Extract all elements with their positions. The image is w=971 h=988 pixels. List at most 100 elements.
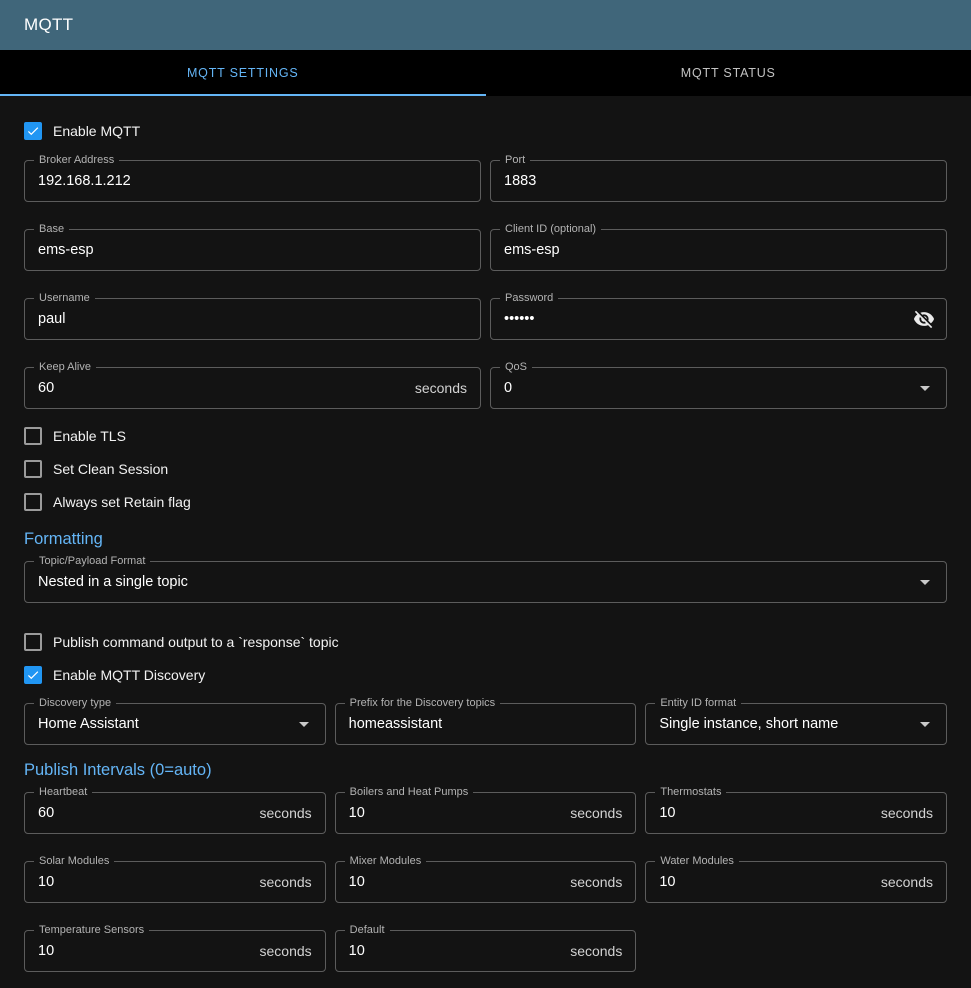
field-label: Username xyxy=(34,292,95,304)
thermostats-interval-input[interactable] xyxy=(659,805,873,821)
check-icon xyxy=(26,667,40,683)
field-label: QoS xyxy=(500,361,532,373)
field-label: Base xyxy=(34,223,69,235)
topic-format-select[interactable]: Topic/Payload Format Nested in a single … xyxy=(24,561,947,603)
discovery-prefix-field[interactable]: Prefix for the Discovery topics xyxy=(335,703,637,745)
seconds-adornment: seconds xyxy=(260,943,312,959)
heartbeat-field[interactable]: Heartbeat seconds xyxy=(24,792,326,834)
default-interval-field[interactable]: Default seconds xyxy=(335,930,637,972)
field-label: Entity ID format xyxy=(655,697,741,709)
field-label: Default xyxy=(345,924,390,936)
water-interval-field[interactable]: Water Modules seconds xyxy=(645,861,947,903)
thermostats-interval-field[interactable]: Thermostats seconds xyxy=(645,792,947,834)
boilers-interval-field[interactable]: Boilers and Heat Pumps seconds xyxy=(335,792,637,834)
field-label: Keep Alive xyxy=(34,361,96,373)
solar-interval-field[interactable]: Solar Modules seconds xyxy=(24,861,326,903)
entity-id-format-select[interactable]: Entity ID format Single instance, short … xyxy=(645,703,947,745)
checkbox-label: Publish command output to a `response` t… xyxy=(53,634,339,650)
checkbox-icon[interactable] xyxy=(24,122,42,140)
seconds-adornment: seconds xyxy=(260,874,312,890)
page-title: MQTT xyxy=(24,15,73,35)
field-label: Boilers and Heat Pumps xyxy=(345,786,474,798)
discovery-type-selected-value: Home Assistant xyxy=(38,716,292,732)
seconds-adornment: seconds xyxy=(570,805,622,821)
app-header: MQTT xyxy=(0,0,971,50)
topic-format-selected-value: Nested in a single topic xyxy=(38,574,913,590)
checkbox-icon[interactable] xyxy=(24,666,42,684)
row-username-password: Username Password xyxy=(24,298,947,340)
row-intervals-3: Temperature Sensors seconds Default seco… xyxy=(24,930,947,972)
chevron-down-icon xyxy=(913,376,937,400)
seconds-adornment: seconds xyxy=(415,380,467,396)
username-input[interactable] xyxy=(38,311,467,327)
row-keepalive-qos: Keep Alive seconds QoS 0 xyxy=(24,367,947,409)
response-topic-checkbox-row[interactable]: Publish command output to a `response` t… xyxy=(24,625,947,658)
client-id-field[interactable]: Client ID (optional) xyxy=(490,229,947,271)
mixer-interval-input[interactable] xyxy=(349,874,563,890)
field-label: Temperature Sensors xyxy=(34,924,149,936)
seconds-adornment: seconds xyxy=(570,943,622,959)
enable-tls-checkbox-row[interactable]: Enable TLS xyxy=(24,419,947,452)
keep-alive-field[interactable]: Keep Alive seconds xyxy=(24,367,481,409)
field-label: Client ID (optional) xyxy=(500,223,601,235)
broker-address-input[interactable] xyxy=(38,173,467,189)
discovery-type-select[interactable]: Discovery type Home Assistant xyxy=(24,703,326,745)
field-label: Thermostats xyxy=(655,786,726,798)
checkbox-label: Always set Retain flag xyxy=(53,494,191,510)
toggle-password-visibility-button[interactable] xyxy=(911,306,937,332)
clean-session-checkbox-row[interactable]: Set Clean Session xyxy=(24,452,947,485)
row-intervals-2: Solar Modules seconds Mixer Modules seco… xyxy=(24,861,947,903)
discovery-prefix-input[interactable] xyxy=(349,716,623,732)
checkbox-label: Enable MQTT Discovery xyxy=(53,667,205,683)
checkbox-icon[interactable] xyxy=(24,427,42,445)
field-label: Broker Address xyxy=(34,154,119,166)
tab-bar: MQTT SETTINGS MQTT STATUS xyxy=(0,50,971,96)
row-discovery-settings: Discovery type Home Assistant Prefix for… xyxy=(24,703,947,745)
port-field[interactable]: Port xyxy=(490,160,947,202)
password-input[interactable] xyxy=(504,311,911,327)
water-interval-input[interactable] xyxy=(659,874,873,890)
keep-alive-input[interactable] xyxy=(38,380,407,396)
enable-mqtt-checkbox-row[interactable]: Enable MQTT xyxy=(24,114,947,148)
broker-address-field[interactable]: Broker Address xyxy=(24,160,481,202)
password-field[interactable]: Password xyxy=(490,298,947,340)
default-interval-input[interactable] xyxy=(349,943,563,959)
qos-select[interactable]: QoS 0 xyxy=(490,367,947,409)
chevron-down-icon xyxy=(913,712,937,736)
checkbox-icon[interactable] xyxy=(24,460,42,478)
retain-flag-checkbox-row[interactable]: Always set Retain flag xyxy=(24,485,947,518)
seconds-adornment: seconds xyxy=(881,805,933,821)
qos-selected-value: 0 xyxy=(504,380,913,396)
field-label: Heartbeat xyxy=(34,786,92,798)
chevron-down-icon xyxy=(292,712,316,736)
mqtt-discovery-checkbox-row[interactable]: Enable MQTT Discovery xyxy=(24,658,947,691)
row-topic-format: Topic/Payload Format Nested in a single … xyxy=(24,561,947,603)
seconds-adornment: seconds xyxy=(570,874,622,890)
field-label: Topic/Payload Format xyxy=(34,555,150,567)
field-label: Prefix for the Discovery topics xyxy=(345,697,501,709)
boilers-interval-input[interactable] xyxy=(349,805,563,821)
solar-interval-input[interactable] xyxy=(38,874,252,890)
spacer-col xyxy=(645,930,947,972)
tab-mqtt-status[interactable]: MQTT STATUS xyxy=(486,50,971,96)
port-input[interactable] xyxy=(504,173,933,189)
client-id-input[interactable] xyxy=(504,242,933,258)
base-field[interactable]: Base xyxy=(24,229,481,271)
chevron-down-icon xyxy=(913,570,937,594)
username-field[interactable]: Username xyxy=(24,298,481,340)
checkbox-label: Enable TLS xyxy=(53,428,126,444)
tab-mqtt-settings[interactable]: MQTT SETTINGS xyxy=(0,50,486,96)
field-label: Port xyxy=(500,154,530,166)
mixer-interval-field[interactable]: Mixer Modules seconds xyxy=(335,861,637,903)
checkbox-icon[interactable] xyxy=(24,633,42,651)
row-broker-port: Broker Address Port xyxy=(24,160,947,202)
checkbox-label: Set Clean Session xyxy=(53,461,168,477)
temperature-sensors-interval-input[interactable] xyxy=(38,943,252,959)
temperature-sensors-interval-field[interactable]: Temperature Sensors seconds xyxy=(24,930,326,972)
checkbox-icon[interactable] xyxy=(24,493,42,511)
entity-id-format-selected-value: Single instance, short name xyxy=(659,716,913,732)
base-input[interactable] xyxy=(38,242,467,258)
heartbeat-input[interactable] xyxy=(38,805,252,821)
row-intervals-1: Heartbeat seconds Boilers and Heat Pumps… xyxy=(24,792,947,834)
publish-intervals-section-title: Publish Intervals (0=auto) xyxy=(24,761,947,780)
